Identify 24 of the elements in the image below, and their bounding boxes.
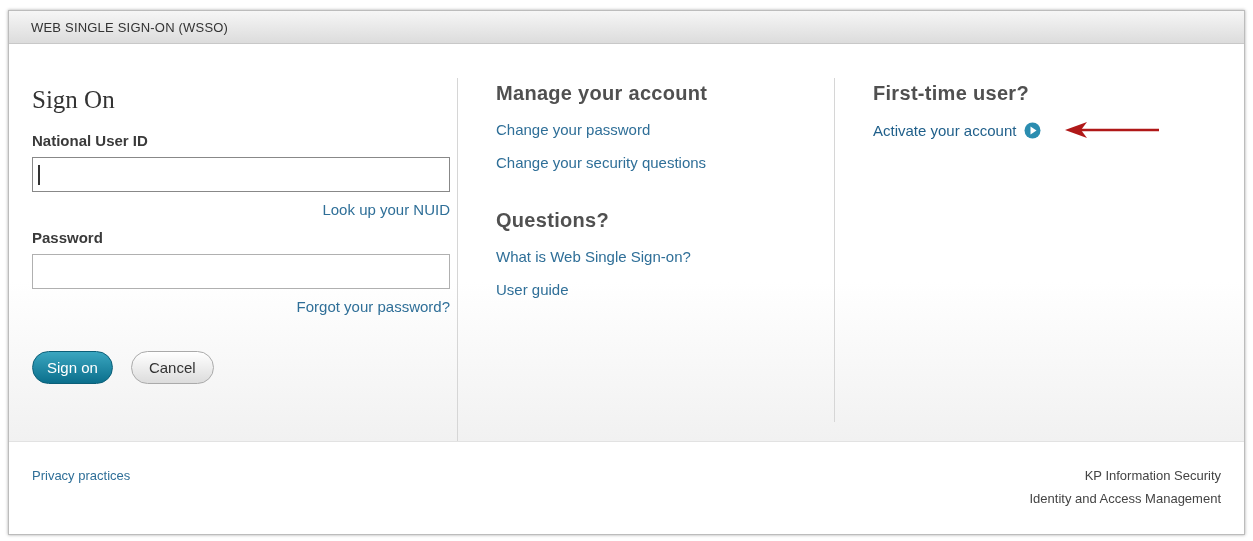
input-field[interactable]: [32, 254, 450, 289]
arrow-icon: [1065, 121, 1160, 139]
sign-on-button[interactable]: Sign on: [32, 351, 113, 384]
activate-link[interactable]: Activate your account: [873, 121, 1017, 139]
help-link[interactable]: Forgot your password?: [296, 298, 450, 315]
account-link[interactable]: What is Web Single Sign-on?: [496, 248, 691, 265]
account-link[interactable]: User guide: [496, 281, 569, 298]
section-heading: Questions?: [496, 209, 609, 232]
field-label: Password: [32, 229, 103, 246]
credit-text: Identity and Access Management: [1029, 491, 1221, 506]
section-heading: Manage your account: [496, 82, 708, 105]
help-link[interactable]: Look up your NUID: [322, 201, 450, 218]
privacy-link[interactable]: Privacy practices: [32, 468, 131, 534]
cancel-button[interactable]: Cancel: [130, 351, 214, 384]
text-cursor: [38, 164, 40, 185]
panel-title: WEB SINGLE SIGN-ON (WSSO): [31, 19, 229, 35]
play-circle-icon[interactable]: [1024, 121, 1042, 139]
section-heading: First-time user?: [873, 82, 1029, 105]
sign-on-heading: Sign On: [32, 86, 115, 114]
input-field[interactable]: [32, 157, 450, 192]
account-link[interactable]: Change your security questions: [496, 154, 707, 171]
credit-text: KP Information Security: [1084, 468, 1221, 483]
field-label: National User ID: [32, 132, 148, 149]
account-link[interactable]: Change your password: [496, 121, 651, 138]
